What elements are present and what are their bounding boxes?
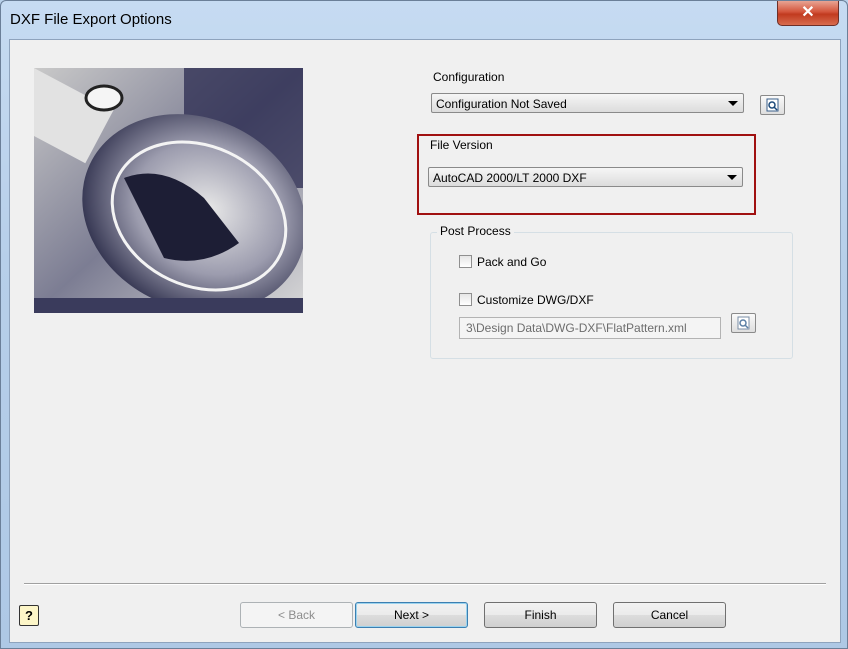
configuration-value: Configuration Not Saved bbox=[436, 97, 567, 111]
browse-icon bbox=[766, 98, 779, 112]
customize-path-input[interactable]: 3\Design Data\DWG-DXF\FlatPattern.xml bbox=[459, 317, 721, 339]
next-button[interactable]: Next > bbox=[355, 602, 468, 628]
customize-dwg-dxf-checkbox[interactable] bbox=[459, 293, 472, 306]
help-button[interactable]: ? bbox=[19, 605, 39, 626]
configuration-dropdown[interactable]: Configuration Not Saved bbox=[431, 93, 744, 113]
post-process-label: Post Process bbox=[437, 224, 514, 238]
file-version-value: AutoCAD 2000/LT 2000 DXF bbox=[433, 171, 587, 185]
file-version-label: File Version bbox=[430, 138, 493, 152]
footer-separator bbox=[24, 583, 826, 585]
pack-and-go-label[interactable]: Pack and Go bbox=[477, 255, 546, 269]
cancel-button[interactable]: Cancel bbox=[613, 602, 726, 628]
configuration-label: Configuration bbox=[433, 70, 505, 84]
dialog-client-area: Configuration Configuration Not Saved Fi… bbox=[9, 39, 841, 643]
customize-browse-button[interactable] bbox=[731, 313, 756, 333]
finish-button[interactable]: Finish bbox=[484, 602, 597, 628]
configuration-browse-button[interactable] bbox=[760, 95, 785, 115]
back-button[interactable]: < Back bbox=[240, 602, 353, 628]
pack-and-go-checkbox[interactable] bbox=[459, 255, 472, 268]
chevron-down-icon bbox=[728, 101, 738, 106]
dialog-window: DXF File Export Options ✕ Configuration … bbox=[0, 0, 848, 649]
help-icon: ? bbox=[25, 608, 33, 623]
window-title: DXF File Export Options bbox=[10, 11, 172, 28]
browse-icon bbox=[737, 316, 750, 330]
file-version-dropdown[interactable]: AutoCAD 2000/LT 2000 DXF bbox=[428, 167, 743, 187]
post-process-group: Post Process Pack and Go Customize DWG/D… bbox=[430, 224, 793, 359]
close-icon: ✕ bbox=[801, 4, 815, 21]
preview-illustration bbox=[34, 68, 303, 313]
model-preview-image bbox=[34, 68, 303, 313]
customize-dwg-dxf-label[interactable]: Customize DWG/DXF bbox=[477, 293, 594, 307]
close-button[interactable]: ✕ bbox=[777, 1, 839, 26]
chevron-down-icon bbox=[727, 175, 737, 180]
